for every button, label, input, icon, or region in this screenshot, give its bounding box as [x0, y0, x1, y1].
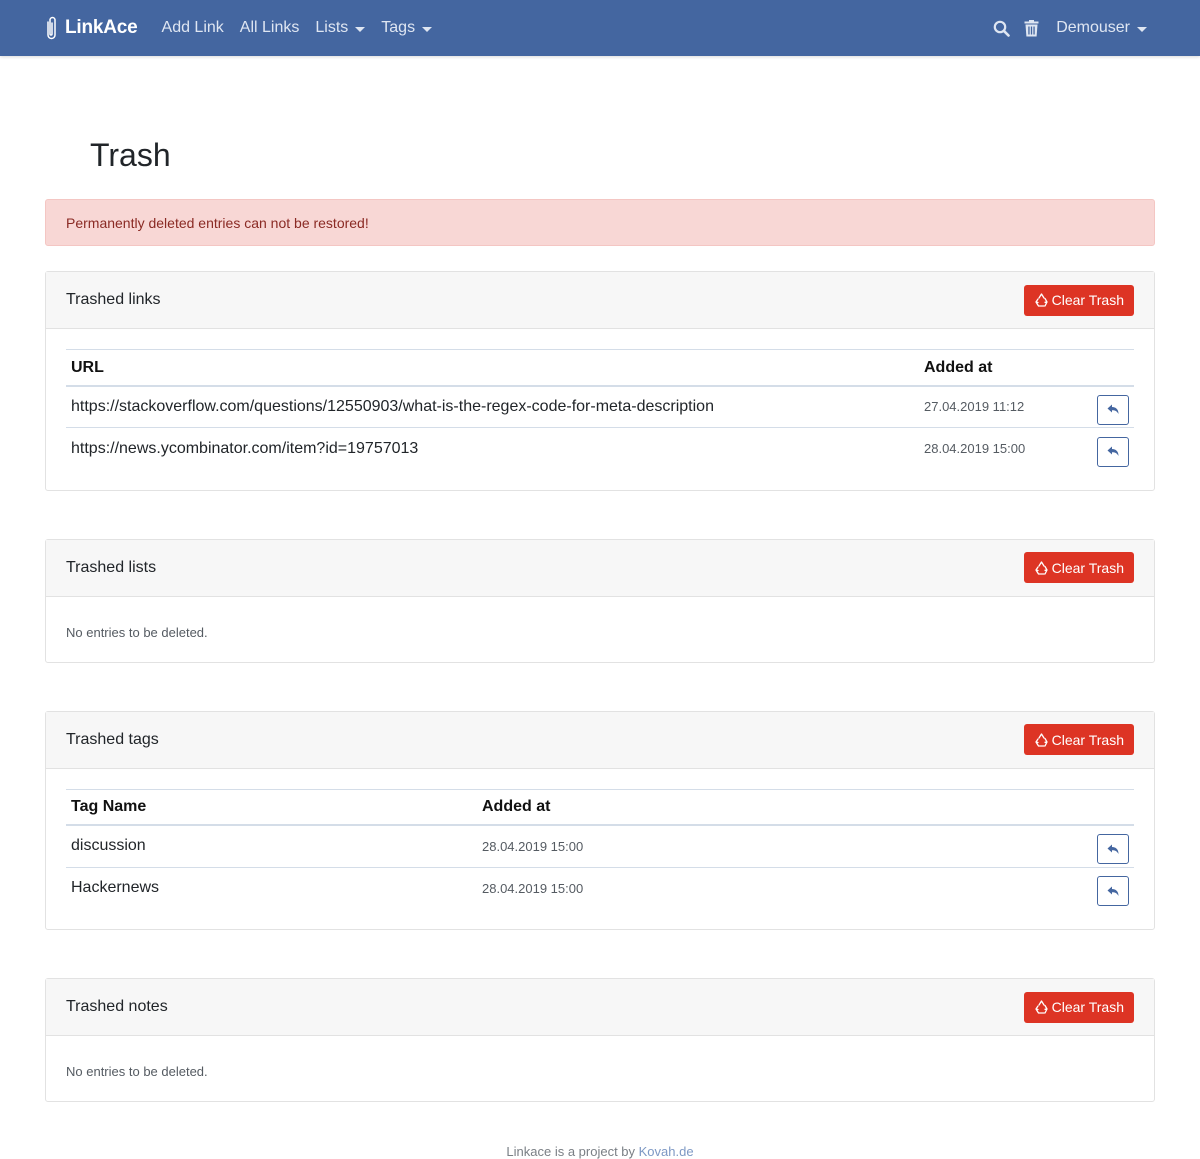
- empty-message: No entries to be deleted.: [66, 1064, 208, 1079]
- added-date: 28.04.2019 15:00: [919, 427, 1074, 470]
- tag-name: Hackernews: [66, 866, 477, 909]
- reply-icon: [1107, 404, 1119, 415]
- clear-links-trash-button[interactable]: Clear Trash: [1023, 284, 1134, 316]
- recycle-icon: [1034, 293, 1048, 307]
- card-title: Trashed tags: [66, 730, 159, 748]
- clear-notes-trash-button[interactable]: Clear Trash: [1023, 991, 1134, 1023]
- page-title: Trash: [90, 137, 171, 173]
- brand-name: LinkAce: [65, 17, 138, 38]
- nav-all-links[interactable]: All Links: [232, 19, 308, 37]
- column-header-actions: [1074, 349, 1134, 387]
- nav-tags-label: Tags: [381, 19, 416, 36]
- nav-add-link-label: Add Link: [161, 19, 224, 36]
- clear-lists-trash-button[interactable]: Clear Trash: [1023, 552, 1134, 583]
- tag-name: discussion: [71, 837, 146, 855]
- search-icon: [993, 20, 1010, 37]
- added-date: 28.04.2019 15:00: [482, 838, 584, 854]
- reply-icon: [1107, 446, 1119, 457]
- navbar: LinkAce Add Link All Links Lists Tags De…: [0, 0, 1200, 56]
- card-header: Trashed lists Clear Trash: [46, 539, 1154, 597]
- column-header-tag-name: Tag Name: [66, 788, 477, 826]
- brand-link[interactable]: LinkAce: [45, 15, 138, 41]
- trash-button[interactable]: [1017, 19, 1046, 37]
- recycle-icon: [1034, 560, 1048, 575]
- trashed-notes-card: Trashed notes Clear Trash No entries to …: [45, 978, 1155, 1102]
- empty-message: No entries to be deleted.: [66, 624, 208, 640]
- restore-button[interactable]: [1097, 834, 1129, 865]
- clear-trash-label: Clear Trash: [1051, 559, 1124, 576]
- table-row: discussion 28.04.2019 15:00: [66, 825, 1134, 867]
- reply-icon: [1107, 886, 1119, 896]
- card-title: Trashed notes: [66, 998, 168, 1015]
- column-header-added: Added at: [919, 349, 1074, 387]
- footer-text: Linkace is a project by: [506, 1144, 639, 1159]
- clear-trash-label: Clear Trash: [1051, 731, 1124, 748]
- nav-lists-dropdown[interactable]: Lists: [307, 19, 373, 37]
- column-header-url: URL: [66, 349, 919, 387]
- reply-icon: [1107, 844, 1119, 854]
- link-url[interactable]: https://stackoverflow.com/questions/1255…: [66, 386, 919, 428]
- trash-icon: [1024, 19, 1039, 36]
- card-header: Trashed tags Clear Trash: [46, 711, 1154, 769]
- nav-all-links-label: All Links: [239, 19, 300, 36]
- card-header: Trashed notes Clear Trash: [46, 979, 1154, 1036]
- clear-trash-label: Clear Trash: [1051, 999, 1124, 1015]
- nav-lists-label: Lists: [315, 19, 349, 36]
- clear-trash-label: Clear Trash: [1051, 292, 1124, 308]
- caret-down-icon: [422, 26, 433, 32]
- table-row: https://news.ycombinator.com/item?id=197…: [66, 427, 1134, 470]
- main-content: Trash Permanently deleted entries can no…: [0, 56, 1200, 1159]
- column-header-added: Added at: [477, 788, 1074, 826]
- recycle-icon: [1034, 1000, 1048, 1014]
- card-title: Trashed lists: [66, 558, 157, 576]
- clear-tags-trash-button[interactable]: Clear Trash: [1023, 724, 1134, 755]
- column-header-actions: [1074, 788, 1134, 826]
- card-title: Trashed links: [66, 291, 161, 308]
- table-row: Hackernews 28.04.2019 15:00: [66, 866, 1134, 909]
- footer: Linkace is a project by Kovah.de: [45, 1144, 1155, 1159]
- caret-down-icon: [355, 26, 366, 32]
- trashed-tags-table: Tag Name Added at discussion 28.04.2019 …: [66, 788, 1134, 909]
- search-button[interactable]: [986, 20, 1017, 37]
- user-name: Demouser: [1056, 19, 1130, 36]
- added-date: 28.04.2019 15:00: [477, 866, 1074, 909]
- recycle-icon: [1034, 732, 1048, 747]
- restore-button[interactable]: [1097, 876, 1129, 907]
- caret-down-icon: [1137, 26, 1147, 32]
- user-dropdown[interactable]: Demouser: [1046, 19, 1155, 37]
- trashed-tags-card: Trashed tags Clear Trash Tag Name Added …: [45, 710, 1155, 930]
- table-row: https://stackoverflow.com/questions/1255…: [66, 386, 1134, 428]
- warning-alert: Permanently deleted entries can not be r…: [45, 199, 1155, 246]
- trashed-lists-card: Trashed lists Clear Trash No entries to …: [45, 538, 1155, 663]
- restore-button[interactable]: [1097, 436, 1129, 467]
- added-date: 27.04.2019 11:12: [924, 399, 1025, 415]
- trashed-links-table: URL Added at https://stackoverflow.com/q…: [66, 349, 1134, 470]
- alert-text: Permanently deleted entries can not be r…: [66, 214, 369, 231]
- trashed-links-card: Trashed links Clear Trash URL Added at h…: [45, 271, 1155, 491]
- footer-link[interactable]: Kovah.de: [639, 1144, 694, 1159]
- nav-tags-dropdown[interactable]: Tags: [373, 19, 440, 37]
- nav-add-link[interactable]: Add Link: [154, 19, 232, 37]
- link-url[interactable]: https://news.ycombinator.com/item?id=197…: [66, 427, 919, 470]
- paperclip-icon: [47, 16, 56, 40]
- card-header: Trashed links Clear Trash: [46, 272, 1154, 329]
- restore-button[interactable]: [1097, 394, 1129, 425]
